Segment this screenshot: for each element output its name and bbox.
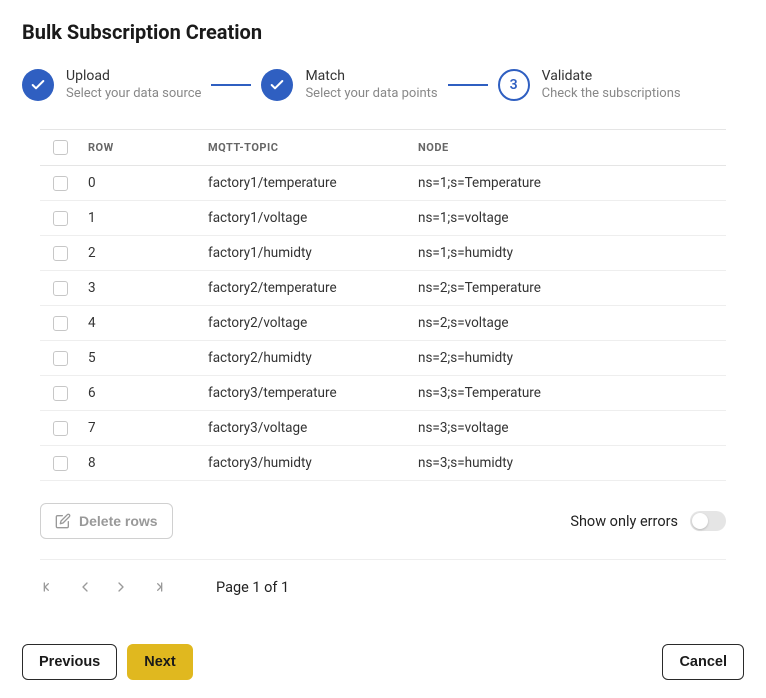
cell-row: 5 [80,341,200,376]
stepper: Upload Select your data source Match Sel… [22,68,744,101]
check-icon [30,77,46,93]
previous-button[interactable]: Previous [22,644,117,680]
page-prev-button[interactable] [76,578,94,596]
cell-row: 6 [80,376,200,411]
step-validate: 3 Validate Check the subscriptions [498,68,681,101]
cell-node: ns=2;s=humidty [410,341,726,376]
cell-row: 8 [80,446,200,481]
col-header-topic[interactable]: MQTT-Topic [200,130,410,166]
step-upload-sub: Select your data source [66,86,201,101]
cell-row: 7 [80,411,200,446]
cell-node: ns=1;s=humidty [410,236,726,271]
cell-node: ns=1;s=Temperature [410,166,726,201]
col-header-node[interactable]: Node [410,130,726,166]
page-last-button[interactable] [148,578,166,596]
row-checkbox[interactable] [53,386,68,401]
cancel-button[interactable]: Cancel [662,644,744,680]
cell-topic: factory2/humidty [200,341,410,376]
show-errors-toggle[interactable] [690,511,726,531]
page-first-button[interactable] [40,578,58,596]
step-validate-label: Validate [542,68,681,84]
cell-topic: factory3/temperature [200,376,410,411]
cell-topic: factory1/humidty [200,236,410,271]
chevron-left-icon [77,579,93,595]
step-upload: Upload Select your data source [22,68,201,101]
cell-topic: factory1/voltage [200,201,410,236]
show-errors-label: Show only errors [570,513,678,530]
next-button[interactable]: Next [127,644,192,680]
table-row: 6factory3/temperaturens=3;s=Temperature [40,376,726,411]
step-match: Match Select your data points [261,68,437,101]
cell-row: 3 [80,271,200,306]
row-checkbox[interactable] [53,456,68,471]
step-connector [448,84,488,86]
check-icon [269,77,285,93]
cell-node: ns=2;s=Temperature [410,271,726,306]
step-connector [211,84,251,86]
cell-topic: factory2/temperature [200,271,410,306]
step-match-sub: Select your data points [305,86,437,101]
delete-rows-button[interactable]: Delete rows [40,503,173,539]
subscriptions-table: Row MQTT-Topic Node 0factory1/temperatur… [40,129,726,481]
pager-text: Page 1 of 1 [216,579,289,596]
row-checkbox[interactable] [53,246,68,261]
col-header-row[interactable]: Row [80,130,200,166]
cell-row: 0 [80,166,200,201]
table-row: 2factory1/humidtyns=1;s=humidty [40,236,726,271]
page-title: Bulk Subscription Creation [22,20,744,44]
step-match-badge [261,69,293,101]
row-checkbox[interactable] [53,211,68,226]
step-upload-label: Upload [66,68,201,84]
table-row: 1factory1/voltagens=1;s=voltage [40,201,726,236]
table-row: 0factory1/temperaturens=1;s=Temperature [40,166,726,201]
page-first-icon [41,579,57,595]
row-checkbox[interactable] [53,351,68,366]
cell-node: ns=3;s=humidty [410,446,726,481]
table-row: 5factory2/humidtyns=2;s=humidty [40,341,726,376]
row-checkbox[interactable] [53,421,68,436]
cell-row: 2 [80,236,200,271]
cell-topic: factory3/voltage [200,411,410,446]
step-upload-badge [22,69,54,101]
table-row: 3factory2/temperaturens=2;s=Temperature [40,271,726,306]
cell-topic: factory3/humidty [200,446,410,481]
cell-node: ns=2;s=voltage [410,306,726,341]
delete-rows-label: Delete rows [79,513,158,529]
table-row: 7factory3/voltagens=3;s=voltage [40,411,726,446]
step-validate-sub: Check the subscriptions [542,86,681,101]
cell-node: ns=3;s=voltage [410,411,726,446]
cell-node: ns=1;s=voltage [410,201,726,236]
step-match-label: Match [305,68,437,84]
cell-row: 4 [80,306,200,341]
row-checkbox[interactable] [53,281,68,296]
table-row: 4factory2/voltagens=2;s=voltage [40,306,726,341]
table-row: 8factory3/humidtyns=3;s=humidty [40,446,726,481]
page-last-icon [149,579,165,595]
cell-node: ns=3;s=Temperature [410,376,726,411]
cell-topic: factory2/voltage [200,306,410,341]
edit-icon [55,513,71,529]
cell-topic: factory1/temperature [200,166,410,201]
row-checkbox[interactable] [53,176,68,191]
chevron-right-icon [113,579,129,595]
step-validate-badge: 3 [498,69,530,101]
cell-row: 1 [80,201,200,236]
row-checkbox[interactable] [53,316,68,331]
page-next-button[interactable] [112,578,130,596]
select-all-checkbox[interactable] [53,140,68,155]
